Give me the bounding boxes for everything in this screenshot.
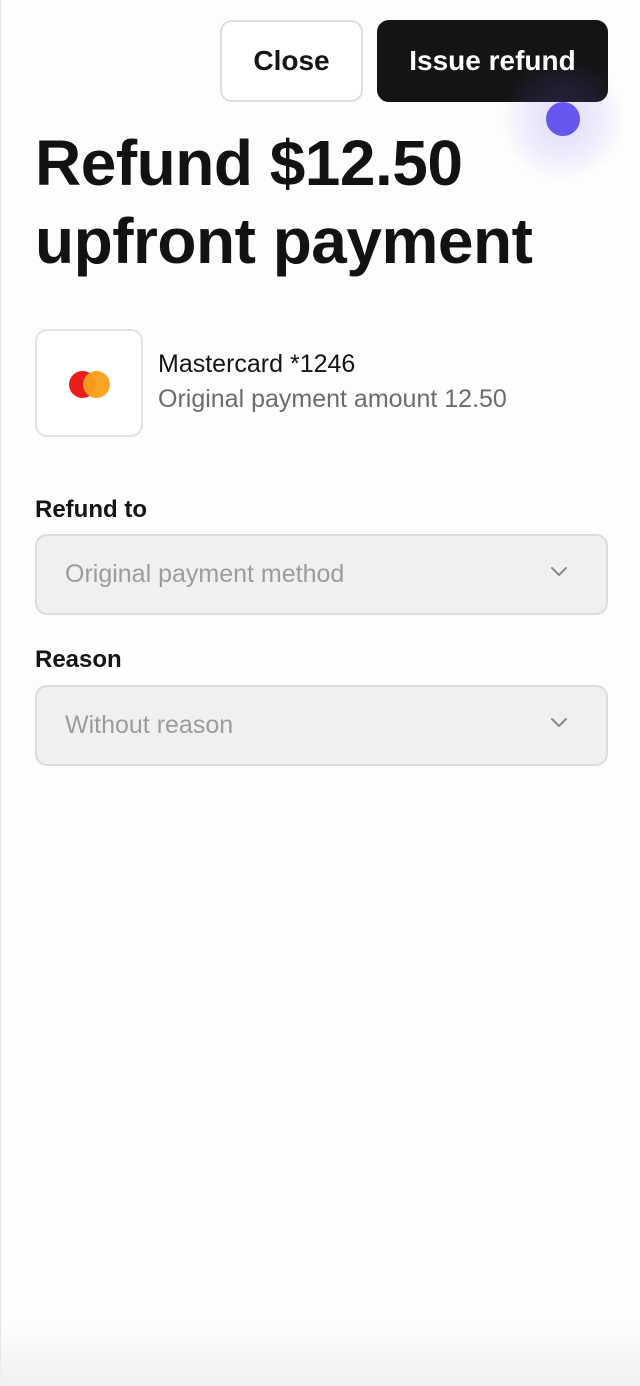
refund-to-value: Original payment method (65, 560, 345, 588)
bottom-fade (0, 1326, 640, 1386)
card-label: Mastercard *1246 (158, 350, 356, 378)
close-button[interactable]: Close (220, 20, 363, 102)
reason-label: Reason (35, 646, 122, 673)
page-title: Refund $12.50 upfront payment (35, 127, 533, 277)
mastercard-icon (69, 371, 113, 399)
left-edge-divider (0, 0, 1, 1386)
reason-value: Without reason (65, 711, 234, 739)
original-payment-amount: Original payment amount 12.50 (158, 385, 507, 413)
refund-screen: Close Issue refund Refund $12.50 upfront… (0, 0, 640, 1386)
card-brand-tile (35, 329, 143, 437)
chevron-down-icon (551, 567, 567, 576)
reason-select[interactable]: Without reason (35, 685, 608, 766)
chevron-down-icon (551, 718, 567, 727)
refund-to-select[interactable]: Original payment method (35, 534, 608, 615)
mastercard-orange-circle (83, 371, 110, 398)
refund-to-label: Refund to (35, 496, 147, 523)
